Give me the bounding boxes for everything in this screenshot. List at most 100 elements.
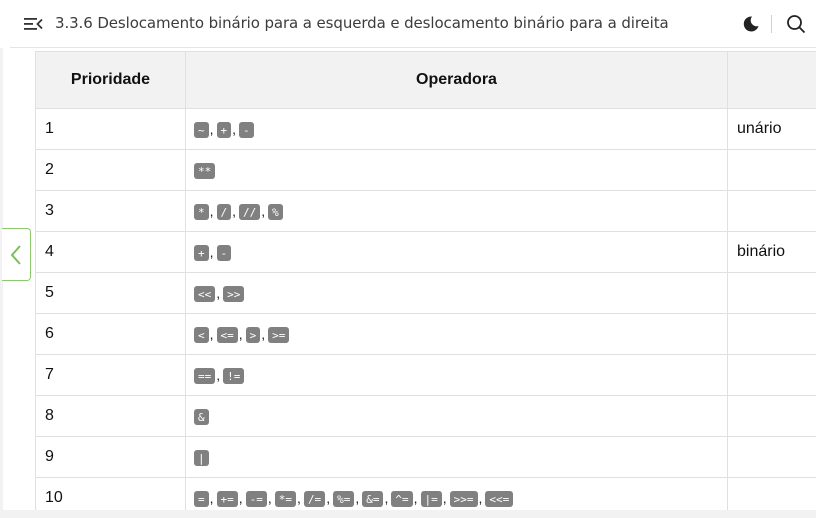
operator-code: % <box>268 203 283 220</box>
table-row: 9 | <box>35 436 816 478</box>
separator: , <box>216 366 221 383</box>
table-row: 7 ==, != <box>35 354 816 396</box>
operator-type-cell <box>727 436 816 478</box>
operator-code: + <box>216 121 232 138</box>
separator: , <box>209 243 214 260</box>
table-row: 1 ~, +, - unário <box>35 108 816 150</box>
priority-cell: 1 <box>35 108 186 150</box>
priority-cell: 5 <box>35 272 186 314</box>
operator-code: & <box>194 408 209 425</box>
operator-code: << <box>194 285 216 302</box>
table-row: 5 <<, >> <box>35 272 816 314</box>
priority-cell: 4 <box>35 231 186 273</box>
separator: , <box>238 489 243 506</box>
toolbar-divider <box>771 15 772 33</box>
operator-code: <= <box>216 326 238 343</box>
operator-code: -= <box>245 490 267 507</box>
priority-cell: 9 <box>35 436 186 478</box>
table-row: 8 & <box>35 395 816 437</box>
separator: , <box>209 120 214 137</box>
top-bar: 3.3.6 Deslocamento binário para a esquer… <box>10 0 816 48</box>
operator-code: /= <box>303 490 326 507</box>
operator-type-cell: binário <box>727 231 816 273</box>
previous-page-button[interactable] <box>2 228 31 281</box>
separator: , <box>232 202 237 219</box>
table-row: 6 <, <=, >, >= <box>35 313 816 355</box>
operators-cell: & <box>185 395 728 437</box>
operator-type-cell <box>727 190 816 232</box>
priority-cell: 6 <box>35 313 186 355</box>
column-header: Prioridade <box>35 51 186 109</box>
separator: , <box>209 325 214 342</box>
priority-cell: 8 <box>35 395 186 437</box>
operator-type-cell <box>727 272 816 314</box>
menu-collapse-icon[interactable] <box>22 14 44 34</box>
chevron-left-icon <box>10 244 21 265</box>
operator-code: > <box>245 326 261 343</box>
operator-code: - <box>216 244 232 261</box>
table-row: 2 ** <box>35 149 816 191</box>
operator-code: <<= <box>485 490 514 507</box>
operator-code: - <box>239 121 254 138</box>
operator-code: |= <box>420 490 442 507</box>
separator: , <box>261 325 266 342</box>
separator: , <box>297 489 301 506</box>
separator: , <box>232 120 237 137</box>
separator: , <box>209 489 214 506</box>
operator-code: != <box>223 367 245 384</box>
operators-cell: <<, >> <box>185 272 728 314</box>
separator: , <box>413 489 418 506</box>
operators-cell: <, <=, >, >= <box>185 313 728 355</box>
separator: , <box>326 489 331 506</box>
moon-icon[interactable] <box>741 14 761 34</box>
operator-code: &= <box>362 490 384 507</box>
operator-code: %= <box>333 490 355 507</box>
priority-cell: 2 <box>35 149 186 191</box>
operators-cell: | <box>185 436 728 478</box>
operators-cell: ** <box>185 149 728 191</box>
operator-code: < <box>194 326 209 343</box>
operator-code: ** <box>194 162 216 179</box>
operator-code: * <box>194 203 209 220</box>
bottom-strip <box>0 510 816 518</box>
separator: , <box>267 489 272 506</box>
operator-code: >= <box>268 326 290 343</box>
separator: , <box>384 489 389 506</box>
operator-code: >>= <box>449 490 478 507</box>
table-header-row: Prioridade Operadora <box>35 51 816 109</box>
operator-code: ^= <box>391 490 413 507</box>
search-icon[interactable] <box>785 13 807 35</box>
operator-type-cell <box>727 395 816 437</box>
separator: , <box>261 202 266 219</box>
table-row: 4 +, - binário <box>35 231 816 273</box>
separator: , <box>478 489 483 506</box>
operator-type-cell <box>727 149 816 191</box>
operator-type-cell: unário <box>727 108 816 150</box>
operators-cell: ~, +, - <box>185 108 728 150</box>
operator-code: ~ <box>194 121 209 138</box>
operator-priority-table: Prioridade Operadora 1 ~, +, - unário 2 ** 3 *, /… <box>35 51 816 518</box>
separator: , <box>216 284 221 301</box>
operator-type-cell <box>727 354 816 396</box>
operators-cell: ==, != <box>185 354 728 396</box>
separator: , <box>442 489 447 506</box>
operator-code: | <box>194 449 209 466</box>
operator-code: // <box>239 203 261 220</box>
operators-cell: +, - <box>185 231 728 273</box>
priority-cell: 7 <box>35 354 186 396</box>
operator-code: >> <box>223 285 245 302</box>
column-header: Operadora <box>185 51 728 109</box>
separator: , <box>238 325 243 342</box>
column-header <box>727 51 816 109</box>
priority-cell: 3 <box>35 190 186 232</box>
operator-code: = <box>194 490 209 507</box>
separator: , <box>209 202 214 219</box>
operator-code: + <box>194 244 209 261</box>
table-row: 3 *, /,//,% <box>35 190 816 232</box>
operator-code: += <box>216 490 238 507</box>
separator: , <box>355 489 360 506</box>
operator-code: == <box>194 367 216 384</box>
operator-type-cell <box>727 313 816 355</box>
operators-cell: *, /,//,% <box>185 190 728 232</box>
operator-code: *= <box>274 490 297 507</box>
